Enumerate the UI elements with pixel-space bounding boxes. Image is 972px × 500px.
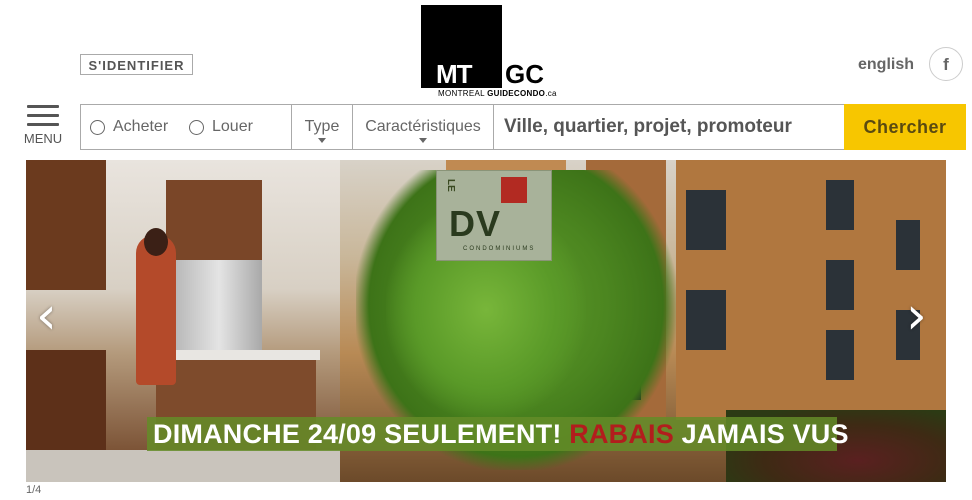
login-button[interactable]: S'IDENTIFIER [80,54,193,75]
window [826,260,854,310]
promo-banner[interactable]: DIMANCHE 24/09 SEULEMENT! RABAIS JAMAIS … [147,417,849,451]
site-logo[interactable]: MT GC MONTREAL GUIDECONDO.ca [421,5,557,98]
search-field [493,105,844,149]
menu-label: MENU [23,131,63,146]
window [686,190,726,250]
caret-down-icon [419,138,427,143]
caret-down-icon [318,138,326,143]
window [826,330,854,380]
hero-slider: LE DV CONDOMINIUMS ‹ › DIMANCHE 24/09 SE… [26,160,946,482]
rent-radio[interactable]: Louer [189,105,291,149]
logo-tagline: MONTREAL GUIDECONDO.ca [438,89,557,98]
upper-cabinet [26,160,106,290]
rent-radio-label: Louer [212,118,253,135]
logo-mark-left: MT [436,59,473,89]
hamburger-icon [27,105,59,108]
next-arrow-icon[interactable]: › [906,290,927,342]
upper-cabinet [166,180,262,260]
radio-circle-icon [189,119,204,135]
promo-banner-text: DIMANCHE 24/09 SEULEMENT! [153,419,570,449]
countertop [152,350,320,360]
features-dropdown[interactable]: Caractéristiques [352,105,493,149]
person-head [144,228,168,256]
logo-tagline-tld: .ca [545,89,557,98]
facebook-icon[interactable]: f [929,47,963,81]
prev-arrow-icon[interactable]: ‹ [36,290,57,342]
search-bar: Acheter Louer Type Caractéristiques Cher… [80,104,966,150]
logo-tagline-site: GUIDECONDO [487,89,546,98]
hamburger-bar [27,114,59,117]
project-logo-le: LE [445,179,456,192]
search-input[interactable] [504,116,844,138]
buy-radio[interactable]: Acheter [81,105,189,149]
menu-button[interactable]: MENU [22,105,64,146]
project-logo-square [501,177,527,203]
person-figure [136,235,176,385]
slide-counter: 1/4 [26,484,42,496]
radio-circle-icon [90,119,105,135]
window [686,290,726,350]
project-logo-caption: CONDOMINIUMS [463,246,536,252]
project-logo: LE DV CONDOMINIUMS [436,170,552,261]
logo-tagline-city: MONTREAL [438,89,485,98]
dining-table [26,450,340,482]
type-dropdown-label: Type [304,118,340,135]
promo-banner-highlight: RABAIS [569,419,674,449]
project-logo-letters: DV [449,203,502,244]
hamburger-bar [27,123,59,126]
logo-mark-right: GC [505,59,544,89]
window [826,180,854,230]
window [896,220,920,270]
search-button[interactable]: Chercher [844,104,966,150]
features-dropdown-label: Caractéristiques [365,118,481,135]
buy-radio-label: Acheter [113,118,169,135]
type-dropdown[interactable]: Type [291,105,352,149]
promo-banner-text-end: JAMAIS VUS [673,419,849,449]
language-switch-link[interactable]: english [858,56,914,74]
